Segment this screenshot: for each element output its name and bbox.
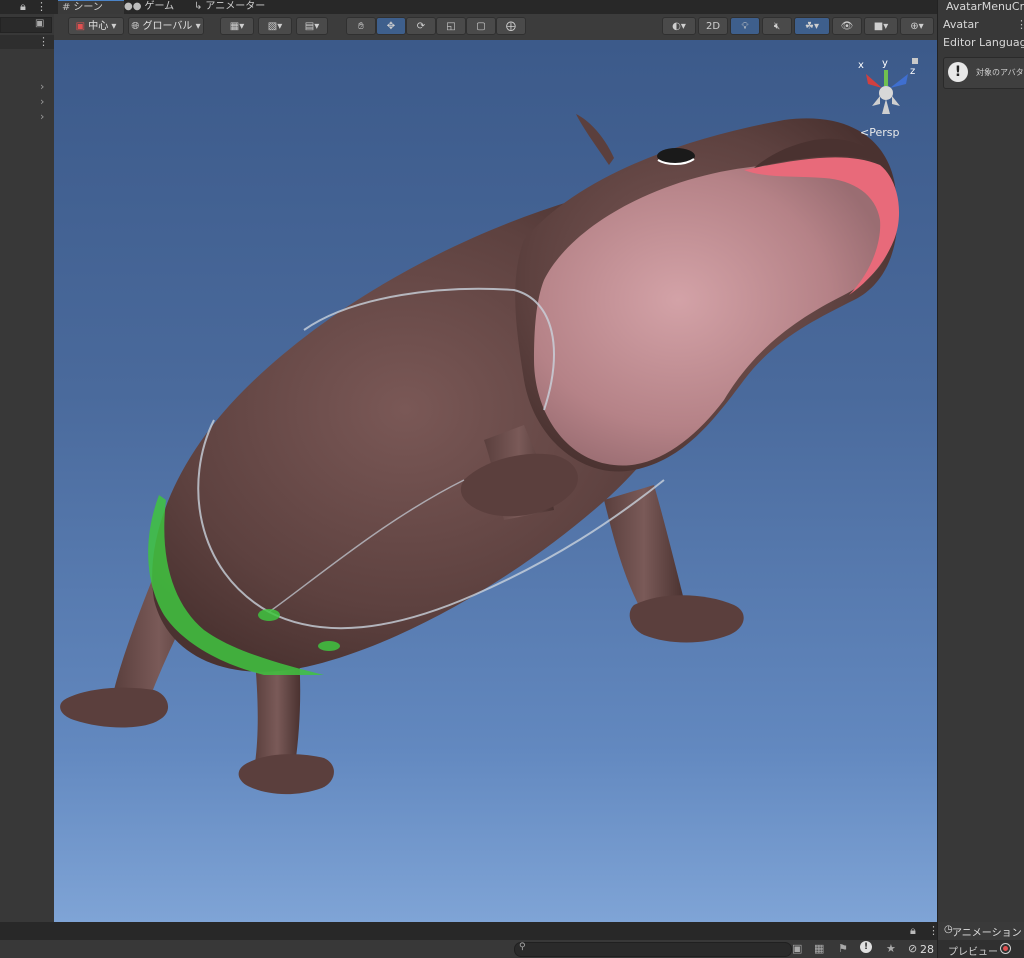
tab-label: ゲーム	[144, 1, 175, 12]
help-box: ! 対象のアバタ	[943, 57, 1024, 89]
globe-icon: 🌐︎	[131, 21, 140, 32]
hierarchy-panel: 🔒︎ ⋮ ▣ ⋮ › › ›	[0, 0, 54, 922]
chevron-down-icon: ▾	[111, 21, 117, 32]
animator-icon: ↳	[194, 1, 203, 12]
rect-icon: ▢	[476, 21, 486, 32]
projection-label[interactable]: <Persp	[860, 126, 899, 139]
camera-dropdown[interactable]: ■▾	[864, 17, 898, 35]
inspector-title: AvatarMenuCr	[946, 0, 1024, 13]
search-filter-icon[interactable]: ▣	[35, 18, 44, 29]
gizmos-dropdown[interactable]: ⊕▾	[900, 17, 934, 35]
search-icon: ⚲	[519, 942, 526, 952]
hidden-count: 28	[920, 943, 934, 956]
snap-icon: ▧▾	[267, 21, 283, 32]
grid-icon: ▦▾	[229, 21, 245, 32]
hidden-objects-toggle[interactable]: 👁︎	[832, 17, 862, 35]
chevron-right-icon[interactable]: ›	[40, 95, 44, 108]
gizmo-axis-y[interactable]: y	[882, 58, 888, 69]
tab-label: アニメーション	[952, 928, 1022, 939]
tab-animation[interactable]: ◷ アニメーション	[937, 922, 1024, 940]
chevron-right-icon[interactable]: ›	[40, 80, 44, 93]
hierarchy-subheader: ⋮	[0, 35, 54, 49]
avatar-field-label: Avatar	[943, 18, 979, 31]
search-filter-icon[interactable]: ▣	[792, 942, 802, 955]
gamepad-icon: ●●	[124, 1, 142, 12]
snap-increment-button[interactable]: ▧▾	[258, 17, 292, 35]
gizmo-icon: ⊕▾	[910, 21, 924, 32]
lock-icon[interactable]: 🔒︎	[910, 924, 916, 938]
inspector-panel: AvatarMenuCr ⋮ Avatar Editor Languag ! 対…	[937, 0, 1024, 922]
hierarchy-header: 🔒︎ ⋮	[0, 0, 54, 14]
more-menu-icon[interactable]: ⋮	[38, 35, 49, 48]
animation-toolbar: プレビュー	[937, 940, 1024, 958]
gizmo-axis-z[interactable]: z	[910, 66, 915, 77]
warning-icon[interactable]: !	[860, 941, 872, 953]
audio-muted-icon: 🔇︎	[773, 21, 781, 32]
transform-icon: ⨁	[506, 21, 516, 32]
rotate-icon: ⟳	[416, 21, 426, 32]
mode-2d-label: 2D	[705, 21, 721, 32]
effects-icon: ☘▾	[805, 21, 819, 32]
mode-2d-button[interactable]: 2D	[698, 17, 728, 35]
more-menu-icon[interactable]: ⋮	[36, 0, 47, 13]
scale-tool-button[interactable]: ◱	[436, 17, 466, 35]
scene-toolbar: ▣ 中心 ▾ 🌐︎ グローバル ▾ ▦▾ ▧▾ ▤▾ ✋︎ ✥ ⟳ ◱ ▢ ⨁ …	[54, 14, 937, 41]
rect-tool-button[interactable]: ▢	[466, 17, 496, 35]
hierarchy-search-input[interactable]: ▣	[0, 17, 52, 33]
space-label: グローバル	[142, 21, 193, 32]
hand-tool-button[interactable]: ✋︎	[346, 17, 376, 35]
tab-label: アニメーター	[205, 1, 266, 12]
scene-tab-bar: # シーン ●● ゲーム ↳ アニメーター	[54, 0, 937, 15]
label-filter-icon[interactable]: ⚑	[838, 942, 848, 955]
hippo-avatar-model	[60, 114, 900, 795]
project-search-input[interactable]: ⚲	[514, 942, 792, 957]
space-dropdown[interactable]: 🌐︎ グローバル ▾	[128, 17, 204, 35]
star-icon[interactable]: ★	[886, 942, 896, 955]
tab-label: シーン	[73, 2, 103, 13]
lighting-toggle[interactable]: 💡︎	[730, 17, 760, 35]
pivot-icon: ▣	[75, 21, 86, 32]
transform-tool-button[interactable]: ⨁	[496, 17, 526, 35]
tab-scene[interactable]: # シーン	[58, 0, 124, 15]
grid-visibility-button[interactable]: ▤▾	[296, 17, 328, 35]
scale-icon: ◱	[446, 21, 456, 32]
warning-icon: !	[948, 62, 968, 82]
project-toolbar: ⚲ ▣ ▦ ⚑ ! ★ ⊘ 28	[0, 940, 937, 958]
chevron-down-icon: ▾	[195, 21, 201, 32]
audio-toggle[interactable]: 🔇︎	[762, 17, 792, 35]
hash-icon: #	[62, 2, 71, 13]
help-message: 対象のアバタ	[976, 68, 1024, 77]
preview-button[interactable]: プレビュー	[948, 943, 998, 958]
rotate-tool-button[interactable]: ⟳	[406, 17, 436, 35]
draw-mode-dropdown[interactable]: ◐▾	[662, 17, 696, 35]
eye-slash-icon: 👁︎	[840, 21, 854, 32]
pivot-dropdown[interactable]: ▣ 中心 ▾	[68, 17, 124, 35]
orientation-gizmo[interactable]: x y z	[854, 56, 924, 126]
grid-lines-icon: ▤▾	[304, 21, 320, 32]
type-filter-icon[interactable]: ▦	[814, 942, 824, 955]
shading-icon: ◐▾	[672, 21, 686, 32]
editor-language-label: Editor Languag	[943, 36, 1024, 49]
move-tool-button[interactable]: ✥	[376, 17, 406, 35]
project-panel-header: 🔒︎ ⋮	[0, 922, 939, 940]
lightbulb-icon: 💡︎	[741, 21, 749, 32]
tab-animator[interactable]: ↳ アニメーター	[194, 0, 280, 14]
more-menu-icon[interactable]: ⋮	[1016, 18, 1024, 31]
chevron-right-icon[interactable]: ›	[40, 110, 44, 123]
effects-dropdown[interactable]: ☘▾	[794, 17, 830, 35]
lock-icon	[912, 58, 918, 64]
record-icon[interactable]	[1000, 943, 1011, 954]
gizmo-axis-x[interactable]: x	[858, 60, 864, 71]
pivot-label: 中心	[88, 21, 109, 32]
tab-game[interactable]: ●● ゲーム	[124, 0, 186, 14]
scene-viewport[interactable]: x y z <Persp	[54, 40, 937, 922]
hand-icon: ✋︎	[358, 21, 364, 32]
camera-icon: ■▾	[873, 21, 889, 32]
grid-snap-button[interactable]: ▦▾	[220, 17, 254, 35]
eye-slash-icon[interactable]: ⊘	[908, 942, 917, 955]
move-icon: ✥	[386, 21, 396, 32]
lock-icon[interactable]: 🔒︎	[20, 0, 26, 14]
